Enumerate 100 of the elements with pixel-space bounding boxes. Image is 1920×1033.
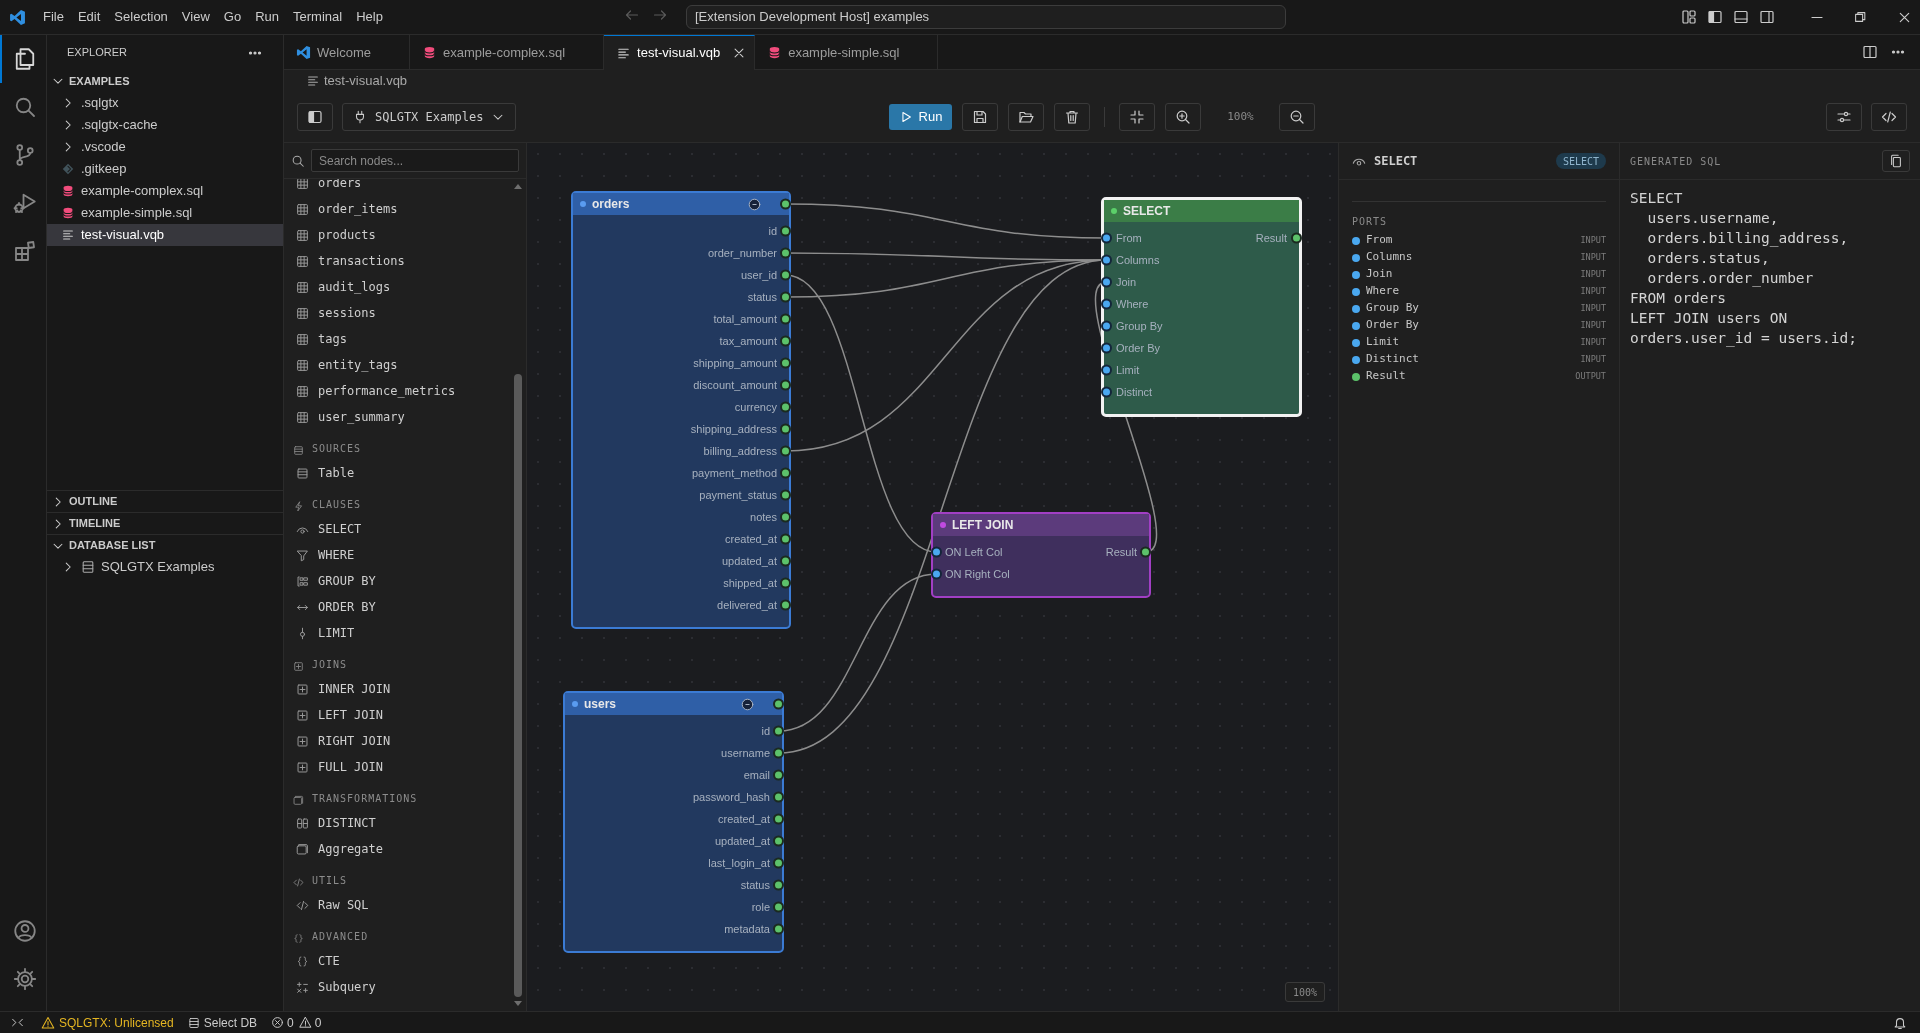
port-handle[interactable] <box>1101 254 1112 266</box>
port-handle[interactable] <box>773 791 784 803</box>
port-handle[interactable] <box>773 769 784 781</box>
collapse-button[interactable] <box>748 197 761 211</box>
run-button[interactable]: Run <box>888 104 953 130</box>
select-node[interactable]: SELECT From Result Columns Join Where Group By Order By Limit Distinct <box>1101 197 1302 417</box>
palette-item[interactable]: LIMIT <box>284 620 512 646</box>
menu-item[interactable]: Run <box>248 6 286 28</box>
menu-item[interactable]: View <box>174 6 217 28</box>
palette-item[interactable]: GROUP BY <box>284 568 512 594</box>
port-handle[interactable] <box>780 489 791 501</box>
folder-header[interactable]: EXAMPLES <box>47 70 283 92</box>
editor-tab[interactable]: example-simple.sql <box>755 35 939 70</box>
section-header[interactable]: TIMELINE <box>47 512 283 534</box>
explorer-item[interactable]: .sqlgtx-cache <box>47 114 283 136</box>
copy-button[interactable] <box>1882 150 1910 172</box>
explorer-item[interactable]: .vscode <box>47 136 283 158</box>
port-handle[interactable] <box>780 335 791 347</box>
sidebar-toggle-icon[interactable] <box>1707 9 1723 25</box>
port-handle[interactable] <box>1101 298 1112 310</box>
palette-item[interactable]: order_items <box>284 196 512 222</box>
palette-item[interactable]: FULL JOIN <box>284 754 512 780</box>
menu-item[interactable]: Selection <box>107 6 175 28</box>
port-handle[interactable] <box>773 747 784 759</box>
secondary-sidebar-icon[interactable] <box>1759 9 1775 25</box>
palette-item[interactable]: DISTINCT <box>284 810 512 836</box>
port-handle[interactable] <box>773 698 784 710</box>
table-node[interactable] <box>571 191 791 629</box>
port-handle[interactable] <box>773 901 784 913</box>
port-handle[interactable] <box>780 511 791 523</box>
menu-item[interactable]: File <box>36 6 71 28</box>
port-handle[interactable] <box>1140 546 1151 558</box>
palette-item[interactable]: performance_metrics <box>284 378 512 404</box>
explorer-item[interactable]: example-complex.sql <box>47 180 283 202</box>
port-handle[interactable] <box>773 879 784 891</box>
palette-item[interactable]: entity_tags <box>284 352 512 378</box>
palette-item[interactable]: ORDER BY <box>284 594 512 620</box>
editor-tab[interactable]: Welcome <box>284 35 410 70</box>
search-field[interactable]: Search nodes... <box>311 149 519 172</box>
section-header[interactable]: DATABASE LIST <box>47 534 283 556</box>
palette-item[interactable]: SELECT <box>284 516 512 542</box>
remote-icon[interactable] <box>11 1016 24 1029</box>
bell-icon[interactable] <box>1893 1015 1907 1030</box>
port-handle[interactable] <box>780 313 791 325</box>
port-handle[interactable] <box>1101 276 1112 288</box>
port-handle[interactable] <box>780 577 791 589</box>
port-handle[interactable] <box>1101 386 1112 398</box>
license-status[interactable]: SQLGTX: Unlicensed <box>35 1013 180 1032</box>
fit-view-button[interactable] <box>1119 103 1156 131</box>
palette-item[interactable]: WHERE <box>284 542 512 568</box>
port-handle[interactable] <box>780 269 791 281</box>
settings-button[interactable] <box>1826 103 1862 131</box>
code-view-button[interactable] <box>1871 103 1907 131</box>
palette-item[interactable]: user_summary <box>284 404 512 430</box>
palette-item[interactable]: Subquery <box>284 974 512 1000</box>
palette-item[interactable]: LEFT JOIN <box>284 702 512 728</box>
section-header[interactable]: OUTLINE <box>47 490 283 512</box>
port-handle[interactable] <box>780 445 791 457</box>
open-button[interactable] <box>1008 103 1045 131</box>
palette-item[interactable]: transactions <box>284 248 512 274</box>
menu-item[interactable]: Go <box>216 6 249 28</box>
port-handle[interactable] <box>780 467 791 479</box>
join-node[interactable]: LEFT JOIN ON Left Col Result ON Right Col <box>931 512 1151 598</box>
port-handle[interactable] <box>1101 364 1112 376</box>
port-handle[interactable] <box>780 379 791 391</box>
port-handle[interactable] <box>773 725 784 737</box>
port-handle[interactable] <box>773 923 784 935</box>
restore-icon[interactable] <box>1853 10 1867 24</box>
scrollbar-thumb[interactable] <box>514 374 522 997</box>
problems-status[interactable]: 0 0 <box>265 1013 328 1032</box>
explorer-item[interactable]: example-simple.sql <box>47 202 283 224</box>
port-handle[interactable] <box>780 423 791 435</box>
port-handle[interactable] <box>1101 320 1112 332</box>
table-node[interactable]: users id username email password_hash created_at updated_at last_login_at status role metadata <box>563 691 784 953</box>
palette-item[interactable]: INNER JOIN <box>284 676 512 702</box>
palette-item[interactable]: tags <box>284 326 512 352</box>
editor-tab[interactable]: test-visual.vqb <box>604 35 756 70</box>
palette-item[interactable]: products <box>284 222 512 248</box>
explorer-item[interactable]: .gitkeep <box>47 158 283 180</box>
port-handle[interactable] <box>780 247 791 259</box>
port-handle[interactable] <box>780 555 791 567</box>
palette-item[interactable]: RIGHT JOIN <box>284 728 512 754</box>
port-handle[interactable] <box>773 813 784 825</box>
palette-item[interactable]: sessions <box>284 300 512 326</box>
port-handle[interactable] <box>780 357 791 369</box>
port-handle[interactable] <box>1291 232 1302 244</box>
scroll-up-icon[interactable] <box>513 182 523 190</box>
palette-item[interactable]: Aggregate <box>284 836 512 862</box>
database-status[interactable]: Select DB <box>179 1013 266 1032</box>
port-handle[interactable] <box>780 225 791 237</box>
port-handle[interactable] <box>931 568 942 580</box>
port-handle[interactable] <box>773 835 784 847</box>
connection-dropdown[interactable]: SQLGTX Examples <box>342 103 517 131</box>
port-handle[interactable] <box>773 857 784 869</box>
palette-item[interactable]: Table <box>284 460 512 486</box>
port-handle[interactable] <box>780 533 791 545</box>
collapse-button[interactable] <box>741 697 754 711</box>
split-editor-icon[interactable] <box>1862 44 1878 60</box>
save-button[interactable] <box>962 103 999 131</box>
port-handle[interactable] <box>780 291 791 303</box>
